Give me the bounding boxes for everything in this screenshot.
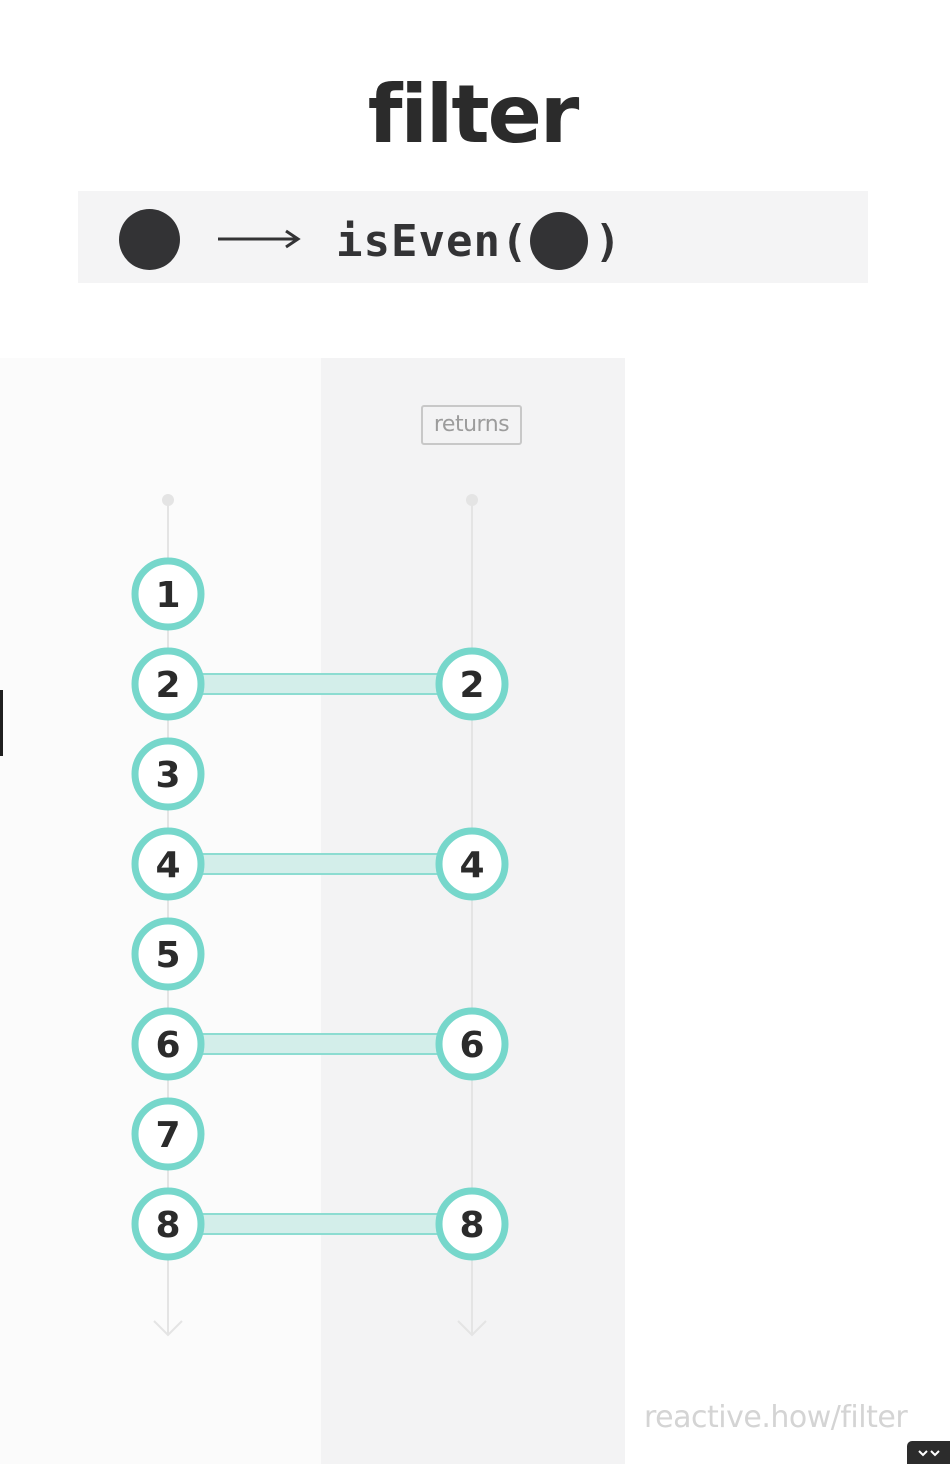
source-credit: reactive.how/filter: [644, 1400, 908, 1435]
expand-arrows-icon: [917, 1449, 940, 1456]
page-title: filter: [367, 68, 580, 161]
predicate-name: isEven(: [336, 215, 529, 267]
result-column: [321, 358, 625, 1464]
argument-marble-icon: [530, 212, 589, 270]
operator-signature: isEven(): [78, 191, 868, 283]
predicate-close-paren: ): [594, 215, 622, 267]
expand-button[interactable]: [907, 1441, 950, 1464]
right-panel: [625, 358, 950, 1464]
returns-label: returns: [421, 405, 522, 445]
input-marble-icon: [119, 209, 180, 270]
page: filter isEven() returns 123456782468 rea…: [0, 0, 950, 1464]
arrow-right-icon: [218, 229, 301, 249]
predicate-code: isEven(): [336, 212, 622, 270]
marble-diagram-area: [0, 358, 950, 1464]
left-edge-marker: [0, 690, 3, 756]
